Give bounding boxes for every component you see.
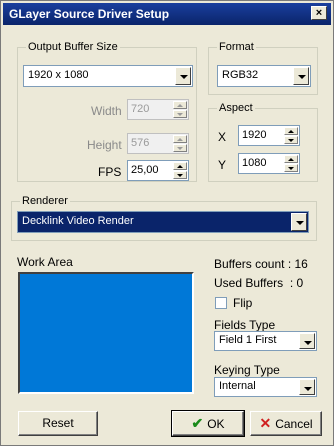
work-area-label: Work Area [17, 255, 73, 269]
buffers-count: Buffers count : 16 [214, 257, 308, 271]
reset-label: Reset [42, 416, 74, 430]
format-legend: Format [217, 41, 256, 53]
used-buffers: Used Buffers : 0 [214, 276, 304, 290]
cancel-button[interactable]: ✕ Cancel [250, 411, 322, 436]
height-value: 576 [131, 137, 150, 149]
spin-down-icon[interactable] [173, 171, 187, 179]
fields-type-select[interactable]: Field 1 First [214, 331, 317, 351]
renderer-legend: Renderer [20, 195, 70, 207]
aspect-y-spinner[interactable]: 1080 [238, 153, 300, 174]
width-value: 720 [131, 103, 150, 115]
spin-down-icon[interactable] [284, 164, 298, 172]
fields-type-label: Fields Type [214, 318, 276, 332]
height-spinner[interactable]: 576 [127, 133, 189, 154]
renderer-select[interactable]: Decklink Video Render [17, 211, 309, 233]
spin-down-icon[interactable] [173, 110, 187, 118]
ok-button[interactable]: ✔ OK [171, 410, 245, 437]
width-label: Width [91, 104, 122, 118]
width-spinner[interactable]: 720 [127, 99, 189, 120]
window-title: GLayer Source Driver Setup [9, 7, 170, 21]
ok-label: OK [207, 417, 225, 431]
cancel-label: Cancel [275, 417, 313, 431]
chevron-down-icon[interactable] [293, 67, 309, 85]
aspect-x-spinner[interactable]: 1920 [238, 125, 300, 146]
aspect-y-label: Y [218, 158, 227, 172]
spin-up-icon[interactable] [284, 155, 298, 163]
keying-type-label: Keying Type [214, 363, 280, 377]
spin-down-icon[interactable] [173, 144, 187, 152]
keying-type-select[interactable]: Internal [214, 377, 317, 397]
flip-checkbox[interactable] [215, 297, 227, 309]
checkmark-icon: ✔ [191, 415, 204, 431]
format-value: RGB32 [222, 69, 259, 81]
reset-button[interactable]: Reset [18, 411, 98, 436]
fields-type-value: Field 1 First [219, 334, 277, 346]
spin-up-icon[interactable] [284, 127, 298, 135]
aspect-x-label: X [218, 130, 227, 144]
chevron-down-icon[interactable] [299, 333, 315, 349]
fps-value: 25,00 [131, 164, 159, 176]
flip-label: Flip [233, 296, 253, 310]
aspect-y-value: 1080 [242, 157, 267, 169]
buffer-size-value: 1920 x 1080 [28, 69, 89, 81]
spin-up-icon[interactable] [173, 162, 187, 170]
fps-spinner[interactable]: 25,00 [127, 160, 189, 181]
spin-up-icon[interactable] [173, 101, 187, 109]
renderer-value: Decklink Video Render [22, 215, 134, 227]
chevron-down-icon[interactable] [299, 379, 315, 395]
keying-type-value: Internal [219, 380, 256, 392]
close-icon: ✕ [259, 415, 272, 431]
height-label: Height [87, 138, 122, 152]
aspect-legend: Aspect [217, 102, 255, 114]
work-area-preview[interactable] [18, 272, 194, 394]
spin-up-icon[interactable] [173, 135, 187, 143]
buffer-size-select[interactable]: 1920 x 1080 [23, 65, 193, 87]
aspect-x-value: 1920 [242, 129, 267, 141]
chevron-down-icon[interactable] [175, 67, 191, 85]
fps-label: FPS [98, 165, 122, 179]
title-bar: GLayer Source Driver Setup × [3, 3, 331, 25]
spin-down-icon[interactable] [284, 136, 298, 144]
chevron-down-icon[interactable] [291, 213, 307, 231]
output-buffer-legend: Output Buffer Size [26, 41, 120, 53]
format-select[interactable]: RGB32 [217, 65, 311, 87]
setup-dialog: GLayer Source Driver Setup × Output Buff… [0, 0, 334, 446]
close-button[interactable]: × [311, 6, 327, 20]
